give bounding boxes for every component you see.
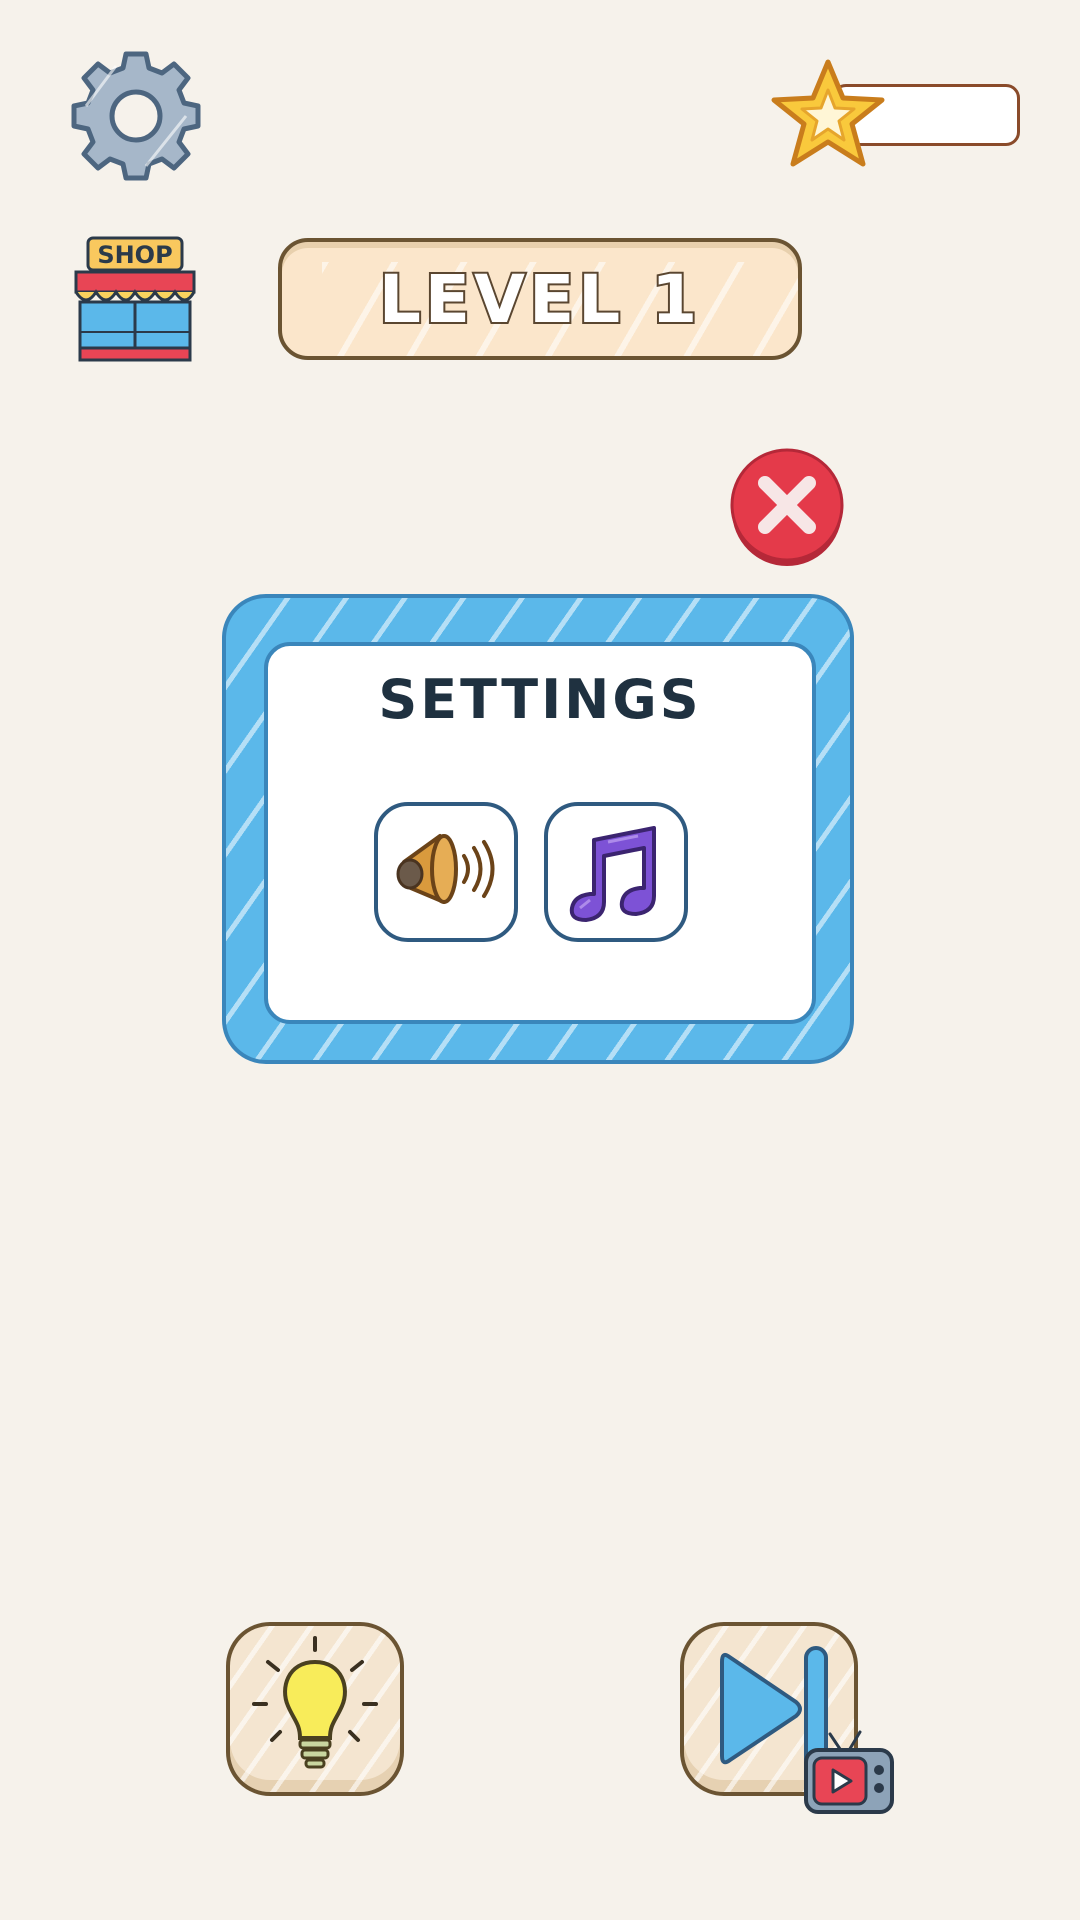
speaker-icon bbox=[396, 834, 495, 904]
close-settings-button[interactable] bbox=[728, 448, 846, 570]
shop-icon: SHOP bbox=[74, 236, 196, 362]
sound-toggle-button[interactable] bbox=[374, 802, 518, 942]
level-label: LEVEL 1 bbox=[377, 259, 702, 340]
hint-button[interactable] bbox=[226, 1622, 404, 1796]
lightbulb-icon bbox=[252, 1636, 378, 1769]
tv-play-icon bbox=[804, 1730, 894, 1814]
settings-gear-button[interactable] bbox=[66, 46, 206, 186]
settings-title: SETTINGS bbox=[378, 668, 702, 731]
level-banner: LEVEL 1 bbox=[278, 238, 802, 360]
close-icon bbox=[730, 448, 844, 566]
shop-button[interactable]: SHOP bbox=[70, 236, 200, 364]
gear-icon bbox=[71, 51, 201, 181]
music-note-icon bbox=[569, 826, 656, 922]
watch-ad-badge bbox=[802, 1728, 896, 1816]
star-icon bbox=[766, 56, 890, 176]
music-toggle-button[interactable] bbox=[544, 802, 688, 942]
shop-label: SHOP bbox=[97, 241, 172, 269]
